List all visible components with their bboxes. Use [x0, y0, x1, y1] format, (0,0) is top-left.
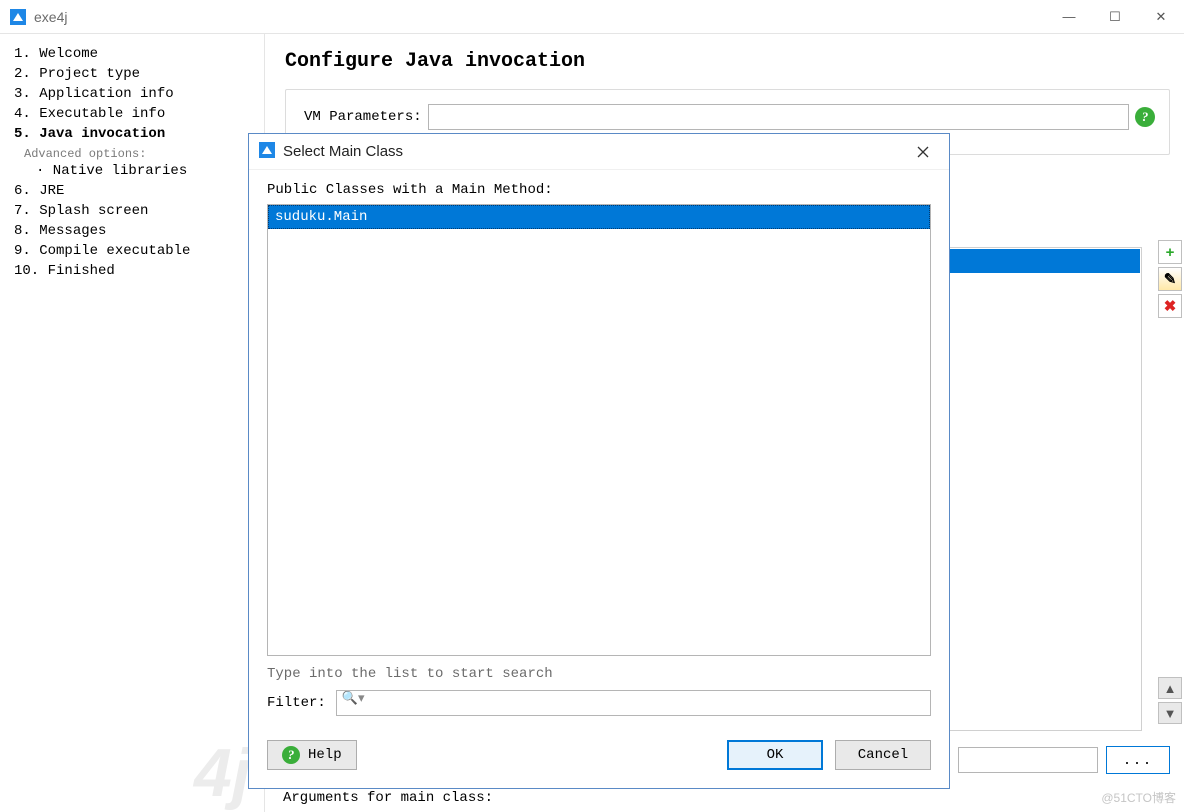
step-java-invocation[interactable]: 5. Java invocation: [6, 124, 258, 144]
filter-label: Filter:: [267, 695, 326, 711]
page-title: Configure Java invocation: [285, 50, 1170, 73]
select-main-class-dialog: Select Main Class Public Classes with a …: [248, 133, 950, 789]
cancel-button[interactable]: Cancel: [835, 740, 931, 770]
window-title: exe4j: [34, 9, 1046, 25]
advanced-options-label: Advanced options:: [6, 144, 258, 161]
step-messages[interactable]: 8. Messages: [6, 221, 258, 241]
step-finished[interactable]: 10. Finished: [6, 261, 258, 281]
step-executable-info[interactable]: 4. Executable info: [6, 104, 258, 124]
class-list-label: Public Classes with a Main Method:: [267, 182, 931, 198]
step-native-libraries[interactable]: · Native libraries: [6, 161, 258, 181]
ok-button[interactable]: OK: [727, 740, 823, 770]
move-up-button[interactable]: ▲: [1158, 677, 1182, 699]
step-jre[interactable]: 6. JRE: [6, 181, 258, 201]
step-welcome[interactable]: 1. Welcome: [6, 44, 258, 64]
minimize-button[interactable]: —: [1046, 2, 1092, 32]
main-class-input[interactable]: [958, 747, 1098, 773]
move-down-button[interactable]: ▼: [1158, 702, 1182, 724]
help-button-label: Help: [308, 747, 342, 763]
maximize-button[interactable]: ☐: [1092, 2, 1138, 32]
wizard-steps: 1. Welcome 2. Project type 3. Applicatio…: [0, 34, 265, 812]
add-button[interactable]: +: [1158, 240, 1182, 264]
dialog-app-icon: [259, 142, 275, 161]
step-project-type[interactable]: 2. Project type: [6, 64, 258, 84]
main-titlebar: exe4j — ☐ ✕: [0, 0, 1184, 34]
dialog-close-button[interactable]: [905, 137, 941, 167]
step-application-info[interactable]: 3. Application info: [6, 84, 258, 104]
dialog-titlebar: Select Main Class: [249, 134, 949, 170]
vm-parameters-input[interactable]: [428, 104, 1129, 130]
close-button[interactable]: ✕: [1138, 2, 1184, 32]
filter-input[interactable]: [336, 690, 931, 716]
arguments-label: Arguments for main class:: [283, 790, 493, 806]
list-item[interactable]: suduku.Main: [268, 205, 930, 229]
vm-parameters-label: VM Parameters:: [304, 109, 422, 125]
entry-side-buttons: + ✎ ✖: [1158, 240, 1182, 318]
close-icon: [917, 146, 929, 158]
page-watermark: @51CTO博客: [1101, 789, 1176, 806]
dialog-title: Select Main Class: [283, 143, 905, 160]
edit-button[interactable]: ✎: [1158, 267, 1182, 291]
delete-button[interactable]: ✖: [1158, 294, 1182, 318]
browse-main-class-button[interactable]: ...: [1106, 746, 1170, 774]
main-class-list[interactable]: suduku.Main: [267, 204, 931, 656]
step-splash-screen[interactable]: 7. Splash screen: [6, 201, 258, 221]
step-compile-executable[interactable]: 9. Compile executable: [6, 241, 258, 261]
help-icon[interactable]: ?: [1135, 107, 1155, 127]
help-button[interactable]: ? Help: [267, 740, 357, 770]
app-icon: [10, 9, 26, 25]
search-hint: Type into the list to start search: [267, 666, 931, 682]
help-icon: ?: [282, 746, 300, 764]
